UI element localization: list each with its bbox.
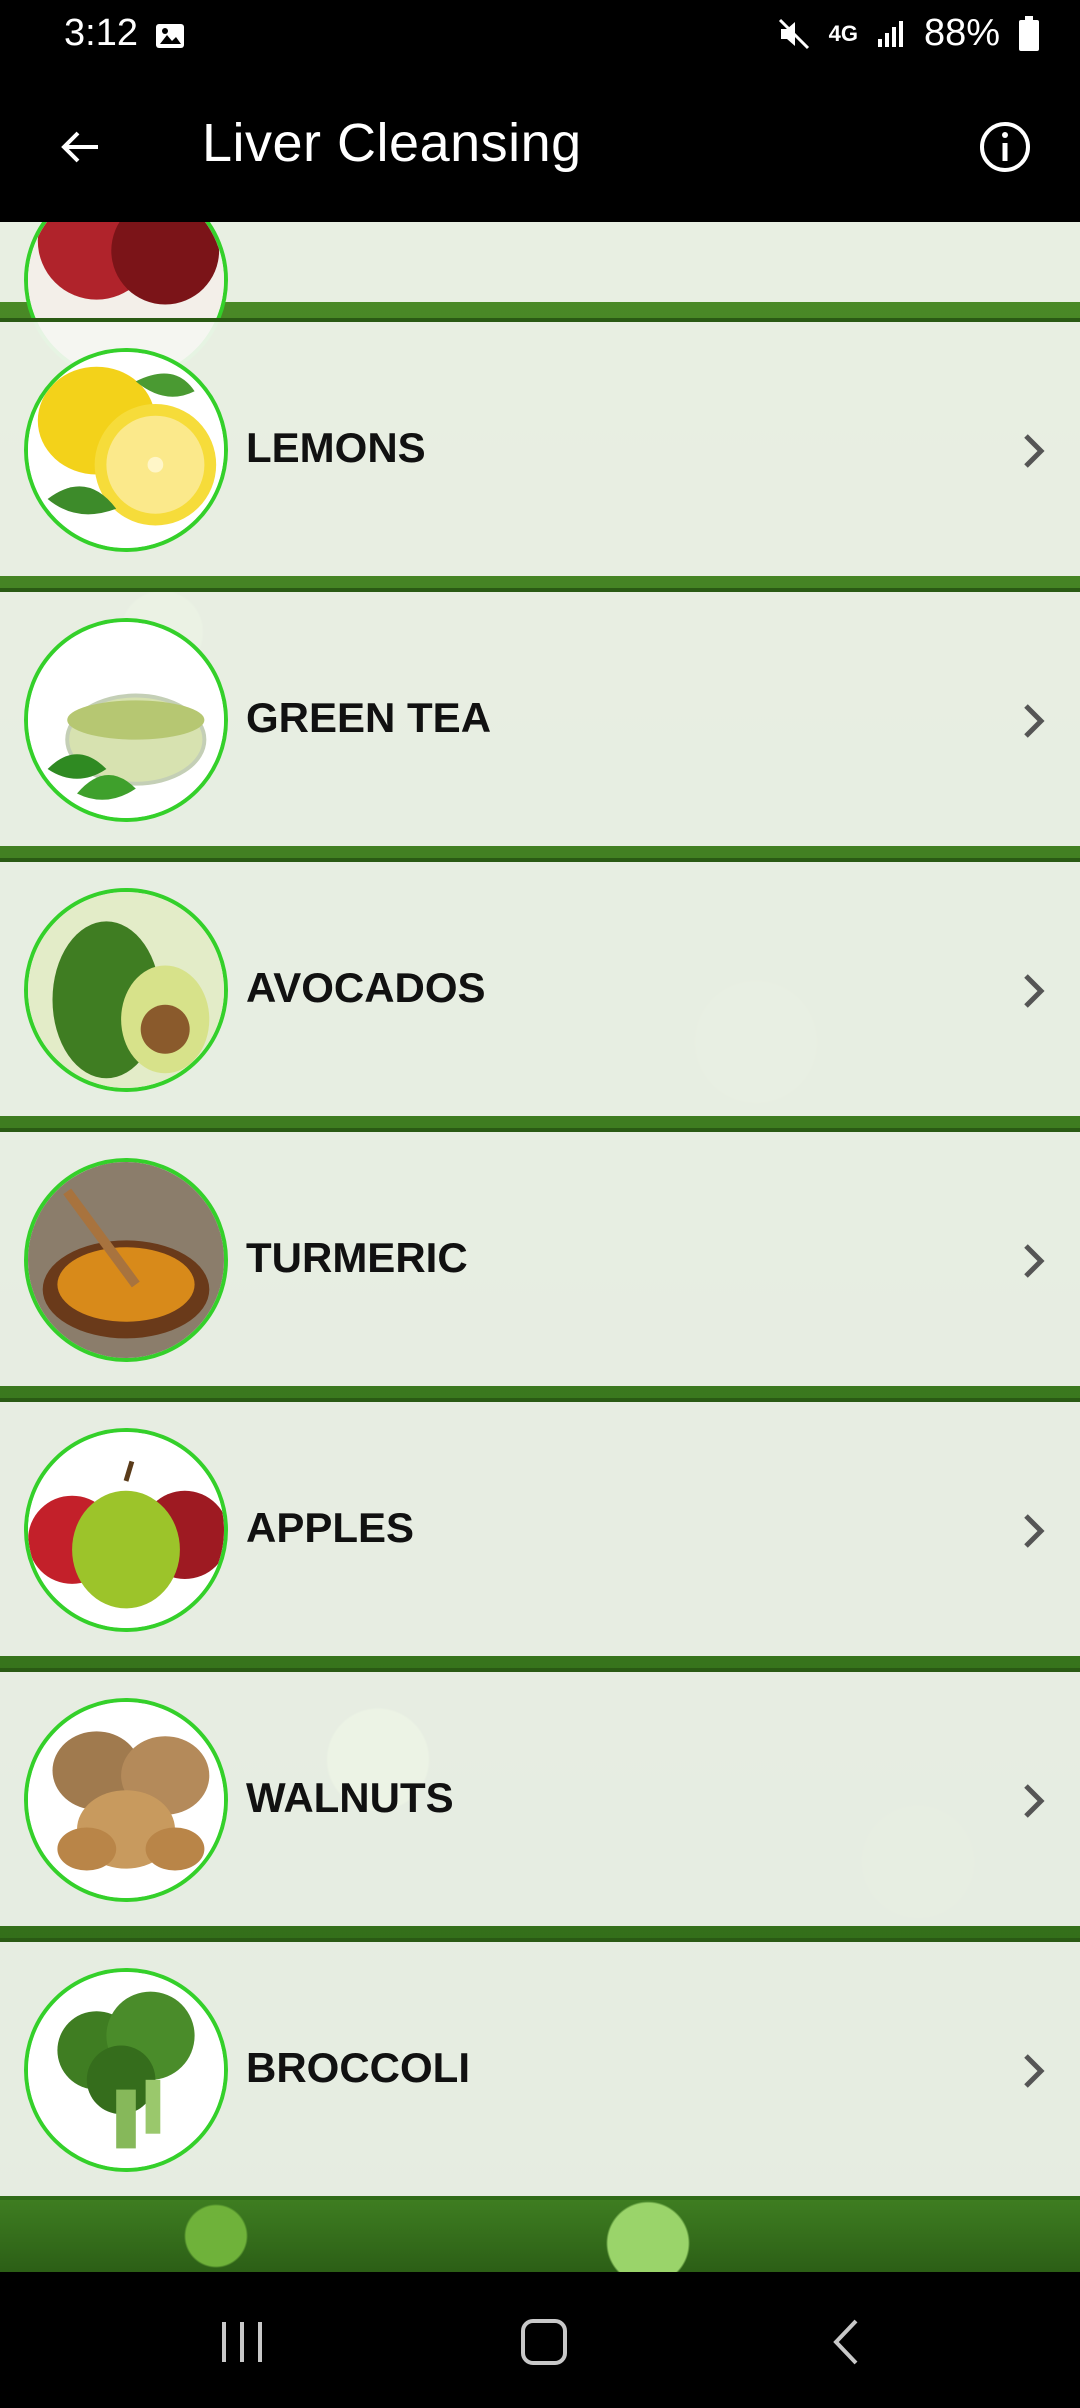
list-item-walnuts[interactable]: WALNUTS xyxy=(0,1668,1080,1926)
home-icon xyxy=(521,2319,567,2365)
walnuts-image xyxy=(24,1698,228,1902)
system-nav-bar xyxy=(0,2272,1080,2408)
nav-back-button[interactable] xyxy=(806,2302,886,2382)
list-item-broccoli[interactable]: BROCCOLI xyxy=(0,1938,1080,2196)
battery-icon xyxy=(1019,15,1039,51)
chevron-right-icon xyxy=(1014,696,1054,746)
list-item-turmeric[interactable]: TURMERIC xyxy=(0,1128,1080,1386)
item-label: APPLES xyxy=(246,1504,415,1551)
status-right-cluster: 4G 88% xyxy=(777,12,1040,55)
list-item-green-tea[interactable]: GREEN TEA xyxy=(0,588,1080,846)
list-item-lemons[interactable]: LEMONS xyxy=(0,318,1080,576)
item-label: GREEN TEA xyxy=(246,694,492,741)
item-label: BROCCOLI xyxy=(246,2044,470,2091)
broccoli-image xyxy=(24,1968,228,2172)
chevron-right-icon xyxy=(1014,966,1054,1016)
food-list: LEMONS GREEN TEA AVOCADOS TURMERIC APPLE… xyxy=(0,222,1080,2272)
chevron-right-icon xyxy=(1014,1776,1054,1826)
turmeric-image xyxy=(24,1158,228,1362)
list-item-partial[interactable] xyxy=(0,222,1080,382)
status-bar: 3:12 4G 88% xyxy=(0,0,1080,72)
background-broccoli-strip xyxy=(0,2200,1080,2272)
page-title: Liver Cleansing xyxy=(202,113,582,173)
apples-image xyxy=(24,1428,228,1632)
battery-percent: 88% xyxy=(923,12,1000,54)
list-item-avocados[interactable]: AVOCADOS xyxy=(0,858,1080,1116)
info-icon xyxy=(980,122,1030,172)
list-item-apples[interactable]: APPLES xyxy=(0,1398,1080,1656)
chevron-right-icon xyxy=(1014,426,1054,476)
green-tea-image xyxy=(24,618,228,822)
signal-icon xyxy=(877,20,903,47)
chevron-right-icon xyxy=(1014,2046,1054,2096)
item-label: WALNUTS xyxy=(246,1774,454,1821)
avocado-image xyxy=(24,888,228,1092)
item-label: TURMERIC xyxy=(246,1234,468,1281)
mute-icon xyxy=(778,18,809,49)
network-icon: 4G xyxy=(828,20,858,46)
item-label: LEMONS xyxy=(246,424,426,471)
back-arrow-icon xyxy=(61,131,98,163)
recent-apps-button[interactable] xyxy=(202,2302,282,2382)
chevron-right-icon xyxy=(1014,1236,1054,1286)
lemon-image xyxy=(24,348,228,552)
chevron-right-icon xyxy=(1014,1506,1054,1556)
recent-apps-icon xyxy=(222,2322,262,2362)
item-label: AVOCADOS xyxy=(246,964,486,1011)
back-icon xyxy=(833,2319,858,2365)
app-bar: Liver Cleansing xyxy=(0,72,1080,222)
info-button[interactable] xyxy=(968,110,1042,184)
back-button[interactable] xyxy=(40,107,120,187)
image-icon xyxy=(156,24,184,48)
home-button[interactable] xyxy=(504,2302,584,2382)
status-time: 3:12 xyxy=(64,12,138,54)
